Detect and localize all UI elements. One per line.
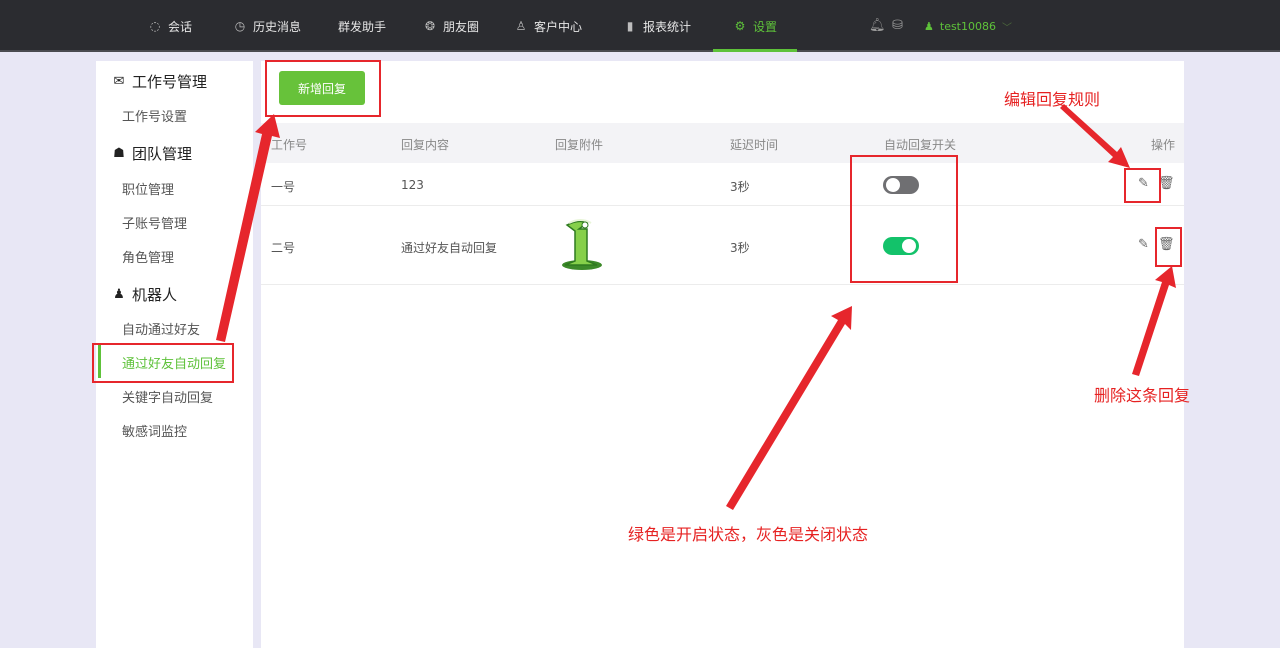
column-header-attachment: 回复附件: [555, 138, 604, 152]
nav-label: 设置: [753, 19, 778, 34]
nav-item-moments[interactable]: ❂ 朋友圈: [423, 0, 479, 52]
nav-label: 历史消息: [253, 19, 302, 34]
moments-icon: ❂: [424, 19, 436, 33]
annotation-edit-rule: 编辑回复规则: [1004, 90, 1101, 109]
annotation-toggle-note: 绿色是开启状态，灰色是关闭状态: [628, 525, 869, 544]
active-nav-indicator: [713, 49, 797, 52]
nav-item-history[interactable]: ◷ 历史消息: [233, 0, 301, 52]
cell-account: 一号: [271, 180, 296, 194]
cell-content: 123: [401, 178, 424, 192]
highlight-delete-icon: [1155, 227, 1182, 267]
nav-item-customer[interactable]: ♙ 客户中心: [514, 0, 582, 52]
gear-icon: ⚙: [734, 19, 746, 33]
highlight-toggle-column: [850, 155, 958, 283]
bar-chart-icon: ▮: [626, 19, 634, 33]
attachment-thumbnail[interactable]: [557, 217, 607, 271]
sidebar-item-auto-accept[interactable]: 自动通过好友: [122, 319, 200, 338]
sidebar-item-keyword-reply[interactable]: 关键字自动回复: [122, 387, 213, 406]
column-header-content: 回复内容: [401, 138, 450, 152]
top-nav-bar: ◌ 会话 ◷ 历史消息 群发助手 ❂ 朋友圈 ♙ 客户中心 ▮ 报表统计 ⚙ 设…: [0, 0, 1280, 52]
sidebar-group-workaccount: ✉ 工作号管理: [112, 71, 207, 92]
nav-label: 群发助手: [338, 19, 387, 34]
sidebar-group-robot: ♟ 机器人: [112, 284, 177, 305]
nav-item-chat[interactable]: ◌ 会话: [148, 0, 192, 52]
cell-content: 通过好友自动回复: [401, 241, 498, 255]
cell-delay: 3秒: [730, 180, 750, 194]
highlight-sidebar-item: [92, 343, 234, 383]
clock-icon: ◷: [234, 19, 246, 33]
chat-icon: ◌: [149, 19, 161, 33]
robot-icon: ♟: [113, 287, 125, 302]
sidebar-item-sensitive-words[interactable]: 敏感词监控: [122, 421, 187, 440]
nav-label: 朋友圈: [443, 19, 480, 34]
main-panel: 新增回复 工作号 回复内容 回复附件 延迟时间 自动回复开关 操作 一号 123…: [261, 61, 1184, 648]
nav-label: 报表统计: [643, 19, 692, 34]
sidebar-group-title: 团队管理: [132, 145, 193, 163]
sidebar-group-title: 工作号管理: [132, 73, 208, 91]
column-header-actions: 操作: [1151, 138, 1176, 152]
sidebar-group-team: ☗ 团队管理: [112, 143, 192, 164]
nav-item-settings[interactable]: ⚙ 设置: [733, 0, 777, 52]
highlight-add-button: [265, 60, 381, 117]
bell-icon[interactable]: 🔔︎: [869, 18, 886, 33]
user-icon: ♙: [515, 19, 527, 33]
sidebar-item-workaccount-settings[interactable]: 工作号设置: [122, 106, 187, 125]
wechat-icon: ✉: [113, 74, 125, 89]
database-icon[interactable]: ⛁: [892, 18, 903, 33]
username: test10086: [939, 19, 996, 33]
table-row: 二号 通过好友自动回复 3秒 ✎ 🗑︎: [261, 206, 1184, 285]
cell-delay: 3秒: [730, 241, 750, 255]
nav-item-broadcast[interactable]: 群发助手: [338, 0, 386, 52]
annotation-delete-reply: 删除这条回复: [1094, 386, 1191, 405]
table-row: 一号 123 3秒 ✎ 🗑︎: [261, 163, 1184, 206]
sidebar-item-positions[interactable]: 职位管理: [122, 179, 174, 198]
chevron-down-icon: ﹀: [1002, 22, 1012, 34]
nav-item-reports[interactable]: ▮ 报表统计: [623, 0, 691, 52]
team-icon: ☗: [113, 146, 125, 161]
sidebar-group-title: 机器人: [132, 286, 178, 304]
sidebar-item-roles[interactable]: 角色管理: [122, 247, 174, 266]
user-icon: ♟: [924, 19, 934, 33]
user-menu[interactable]: ♟ test10086 ﹀: [924, 0, 1012, 52]
table-header: 工作号 回复内容 回复附件 延迟时间 自动回复开关 操作: [261, 123, 1184, 163]
edit-icon[interactable]: ✎: [1138, 237, 1149, 252]
column-header-account: 工作号: [271, 138, 308, 152]
column-header-auto-reply: 自动回复开关: [884, 138, 957, 152]
cell-account: 二号: [271, 241, 296, 255]
column-header-delay: 延迟时间: [730, 138, 779, 152]
sidebar-item-subaccounts[interactable]: 子账号管理: [122, 213, 187, 232]
highlight-edit-icon: [1124, 168, 1161, 203]
nav-label: 客户中心: [534, 19, 583, 34]
nav-label: 会话: [168, 19, 193, 34]
